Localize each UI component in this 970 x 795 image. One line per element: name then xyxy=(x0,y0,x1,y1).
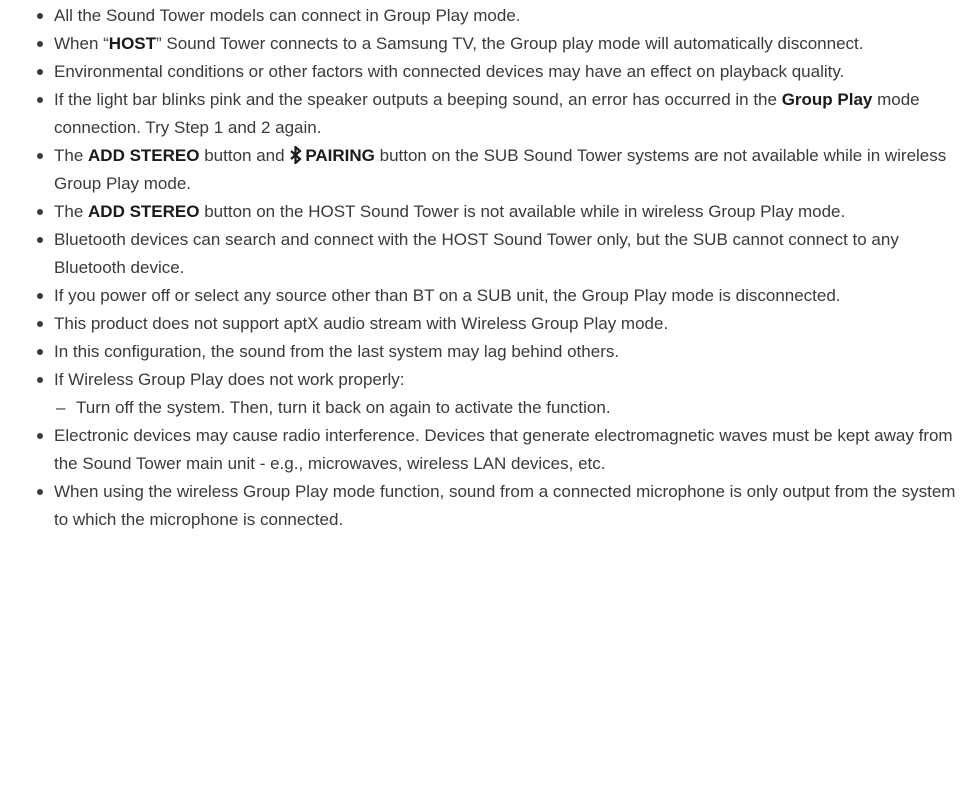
list-item: When using the wireless Group Play mode … xyxy=(34,478,964,534)
emphasis: ADD STEREO xyxy=(88,202,200,221)
notes-list: All the Sound Tower models can connect i… xyxy=(34,2,964,534)
list-item: When “HOST” Sound Tower connects to a Sa… xyxy=(34,30,964,58)
emphasis: PAIRING xyxy=(305,146,375,165)
sub-list-item: Turn off the system. Then, turn it back … xyxy=(54,394,964,422)
list-item: Electronic devices may cause radio inter… xyxy=(34,422,964,478)
list-item: All the Sound Tower models can connect i… xyxy=(34,2,964,30)
emphasis: Group Play xyxy=(781,90,873,109)
list-item: Environmental conditions or other factor… xyxy=(34,58,964,86)
sub-list: Turn off the system. Then, turn it back … xyxy=(54,394,964,422)
list-item: Bluetooth devices can search and connect… xyxy=(34,226,964,282)
document-page: All the Sound Tower models can connect i… xyxy=(0,0,970,795)
list-item: If the light bar blinks pink and the spe… xyxy=(34,86,964,142)
list-item: The ADD STEREO button and PAIRING button… xyxy=(34,142,964,198)
list-item: If you power off or select any source ot… xyxy=(34,282,964,310)
list-item: If Wireless Group Play does not work pro… xyxy=(34,366,964,422)
emphasis: ADD STEREO xyxy=(88,146,200,165)
list-item: In this configuration, the sound from th… xyxy=(34,338,964,366)
bluetooth-icon xyxy=(290,146,302,164)
list-item: The ADD STEREO button on the HOST Sound … xyxy=(34,198,964,226)
list-item: This product does not support aptX audio… xyxy=(34,310,964,338)
emphasis: HOST xyxy=(108,34,157,53)
